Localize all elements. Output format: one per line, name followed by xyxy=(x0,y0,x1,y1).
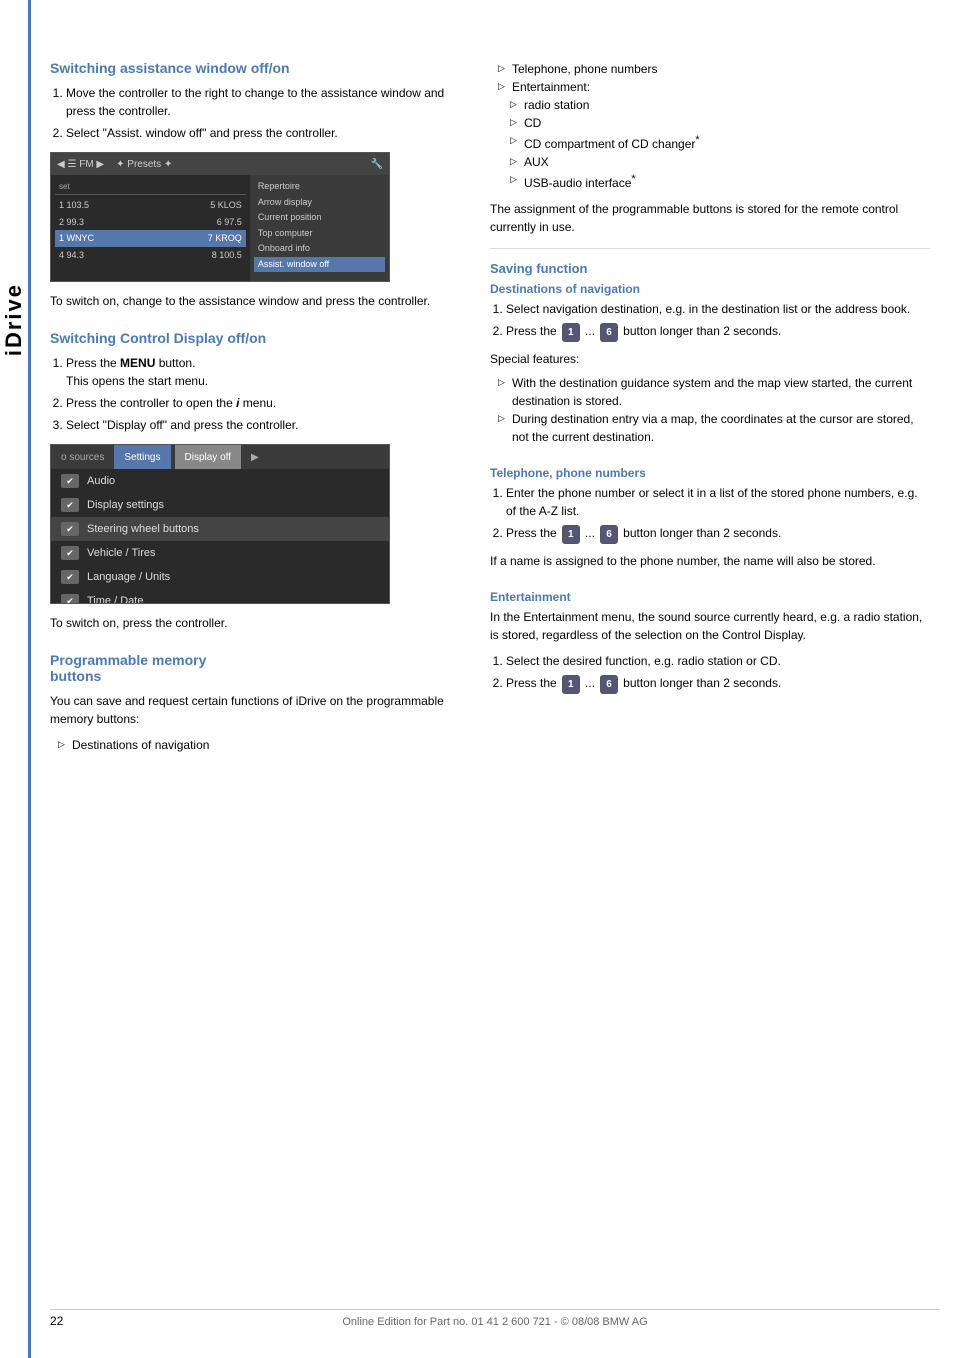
special-bullets: With the destination guidance system and… xyxy=(490,374,930,446)
list-item: With the destination guidance system and… xyxy=(498,374,930,410)
settings-item-language: ✔ Language / Units xyxy=(51,565,389,589)
screen-set-row: set xyxy=(55,179,246,195)
list-item: Press the controller to open the i menu. xyxy=(66,394,470,412)
list-item: Select the desired function, e.g. radio … xyxy=(506,652,930,670)
list-item: AUX xyxy=(498,153,930,171)
entertainment-intro: In the Entertainment menu, the sound sou… xyxy=(490,608,930,644)
button-1-badge: 1 xyxy=(562,675,580,694)
list-item: Press the 1 ... 6 button longer than 2 s… xyxy=(506,322,930,342)
screen-rows: set 1 103.55 KLOS 2 99.36 97.5 1 WNYC7 K… xyxy=(51,175,389,281)
list-item: Telephone, phone numbers xyxy=(498,60,930,78)
after-bullets-text: The assignment of the programmable butto… xyxy=(490,200,930,236)
audio-icon: ✔ xyxy=(61,474,79,488)
section-telephone: Telephone, phone numbers Enter the phone… xyxy=(490,466,930,570)
section-switching-display: Switching Control Display off/on Press t… xyxy=(50,330,470,632)
tab-sources: o sources xyxy=(51,445,114,469)
list-item: Destinations of navigation xyxy=(58,736,470,754)
screen-freq-row: 4 94.38 100.5 xyxy=(55,247,246,264)
button-1-badge: 1 xyxy=(562,323,580,342)
side-tab: iDrive xyxy=(0,160,28,480)
language-icon: ✔ xyxy=(61,570,79,584)
button-1-badge: 1 xyxy=(562,525,580,544)
settings-item-display: ✔ Display settings xyxy=(51,493,389,517)
button-6-badge: 6 xyxy=(600,675,618,694)
screen-menu-item: Repertoire xyxy=(254,179,385,195)
section-switching-assistance: Switching assistance window off/on Move … xyxy=(50,60,470,310)
destinations-steps: Select navigation destination, e.g. in t… xyxy=(490,300,930,342)
list-item: Select navigation destination, e.g. in t… xyxy=(506,300,930,318)
section3-title: Programmable memorybuttons xyxy=(50,652,470,684)
side-tab-label: iDrive xyxy=(1,283,27,356)
list-item: Select "Display off" and press the contr… xyxy=(66,416,470,434)
button-6-badge: 6 xyxy=(600,323,618,342)
entertainment-steps: Select the desired function, e.g. radio … xyxy=(490,652,930,694)
section1-after-text: To switch on, change to the assistance w… xyxy=(50,292,470,310)
left-column: Switching assistance window off/on Move … xyxy=(50,60,470,774)
list-item: Select "Assist. window off" and press th… xyxy=(66,124,470,142)
section-entertainment: Entertainment In the Entertainment menu,… xyxy=(490,590,930,694)
special-features-label: Special features: xyxy=(490,350,930,368)
settings-item-time: ✔ Time / Date xyxy=(51,589,389,604)
section2-after-text: To switch on, press the controller. xyxy=(50,614,470,632)
screen-top-bar: ◀ ☰ FM ▶ ✦ Presets ✦ 🔧 xyxy=(51,153,389,175)
entertainment-subtitle: Entertainment xyxy=(490,590,930,604)
settings-item-vehicle: ✔ Vehicle / Tires xyxy=(51,541,389,565)
screen-menu-item: Top computer xyxy=(254,226,385,242)
list-item: USB-audio interface* xyxy=(498,171,930,192)
screen-freq-row: 2 99.36 97.5 xyxy=(55,214,246,231)
settings-tabs: o sources Settings Display off ▶ xyxy=(51,445,389,469)
list-item: During destination entry via a map, the … xyxy=(498,410,930,446)
section-divider xyxy=(490,248,930,249)
settings-item-audio: ✔ Audio xyxy=(51,469,389,493)
screen-menu-item: Arrow display xyxy=(254,195,385,211)
section1-steps: Move the controller to the right to chan… xyxy=(50,84,470,142)
section-programmable-memory: Programmable memorybuttons You can save … xyxy=(50,652,470,754)
screen-menu-item-selected: Assist. window off xyxy=(254,257,385,273)
screen-right-col: Repertoire Arrow display Current positio… xyxy=(250,175,389,281)
list-item: Press the 1 ... 6 button longer than 2 s… xyxy=(506,524,930,544)
screen-left-col: set 1 103.55 KLOS 2 99.36 97.5 1 WNYC7 K… xyxy=(51,175,250,281)
section-destinations: Destinations of navigation Select naviga… xyxy=(490,282,930,446)
screen-freq-row: 1 103.55 KLOS xyxy=(55,197,246,214)
telephone-after: If a name is assigned to the phone numbe… xyxy=(490,552,930,570)
settings-item-steering: ✔ Steering wheel buttons xyxy=(51,517,389,541)
section2-title: Switching Control Display off/on xyxy=(50,330,470,346)
list-item: Move the controller to the right to chan… xyxy=(66,84,470,120)
right-bullets: Telephone, phone numbers Entertainment: … xyxy=(490,60,930,192)
list-item: Entertainment: xyxy=(498,78,930,96)
list-item: Press the MENU button.This opens the sta… xyxy=(66,354,470,390)
section1-title: Switching assistance window off/on xyxy=(50,60,470,76)
section-saving-function: Saving function Destinations of navigati… xyxy=(490,261,930,694)
saving-function-title: Saving function xyxy=(490,261,930,276)
tab-settings: Settings xyxy=(114,445,170,469)
destinations-subtitle: Destinations of navigation xyxy=(490,282,930,296)
time-icon: ✔ xyxy=(61,594,79,604)
section3-bullets: Destinations of navigation xyxy=(50,736,470,754)
footnote: Online Edition for Part no. 01 41 2 600 … xyxy=(50,1309,940,1328)
left-border xyxy=(28,0,31,1358)
list-item: radio station xyxy=(498,96,930,114)
page-container: iDrive Switching assistance window off/o… xyxy=(0,0,960,1358)
display-icon: ✔ xyxy=(61,498,79,512)
section2-steps: Press the MENU button.This opens the sta… xyxy=(50,354,470,434)
screen-assistance: ◀ ☰ FM ▶ ✦ Presets ✦ 🔧 set 1 103.55 KLOS… xyxy=(50,152,390,282)
steering-icon: ✔ xyxy=(61,522,79,536)
button-6-badge: 6 xyxy=(600,525,618,544)
screen-menu-item: Onboard info xyxy=(254,241,385,257)
list-item: CD compartment of CD changer* xyxy=(498,132,930,153)
tab-display-off: Display off xyxy=(175,445,242,469)
section3-intro: You can save and request certain functio… xyxy=(50,692,470,728)
vehicle-icon: ✔ xyxy=(61,546,79,560)
list-item: CD xyxy=(498,114,930,132)
screen-menu-item: Current position xyxy=(254,210,385,226)
right-column: Telephone, phone numbers Entertainment: … xyxy=(490,60,930,714)
screen-top-left: ◀ ☰ FM ▶ ✦ Presets ✦ xyxy=(57,159,172,170)
list-item: Enter the phone number or select it in a… xyxy=(506,484,930,520)
screen-freq-row: 1 WNYC7 KROQ xyxy=(55,230,246,247)
list-item: Press the 1 ... 6 button longer than 2 s… xyxy=(506,674,930,694)
telephone-subtitle: Telephone, phone numbers xyxy=(490,466,930,480)
telephone-steps: Enter the phone number or select it in a… xyxy=(490,484,930,544)
tab-arrow: ▶ xyxy=(241,445,269,469)
screen-settings: o sources Settings Display off ▶ ✔ Audio… xyxy=(50,444,390,604)
